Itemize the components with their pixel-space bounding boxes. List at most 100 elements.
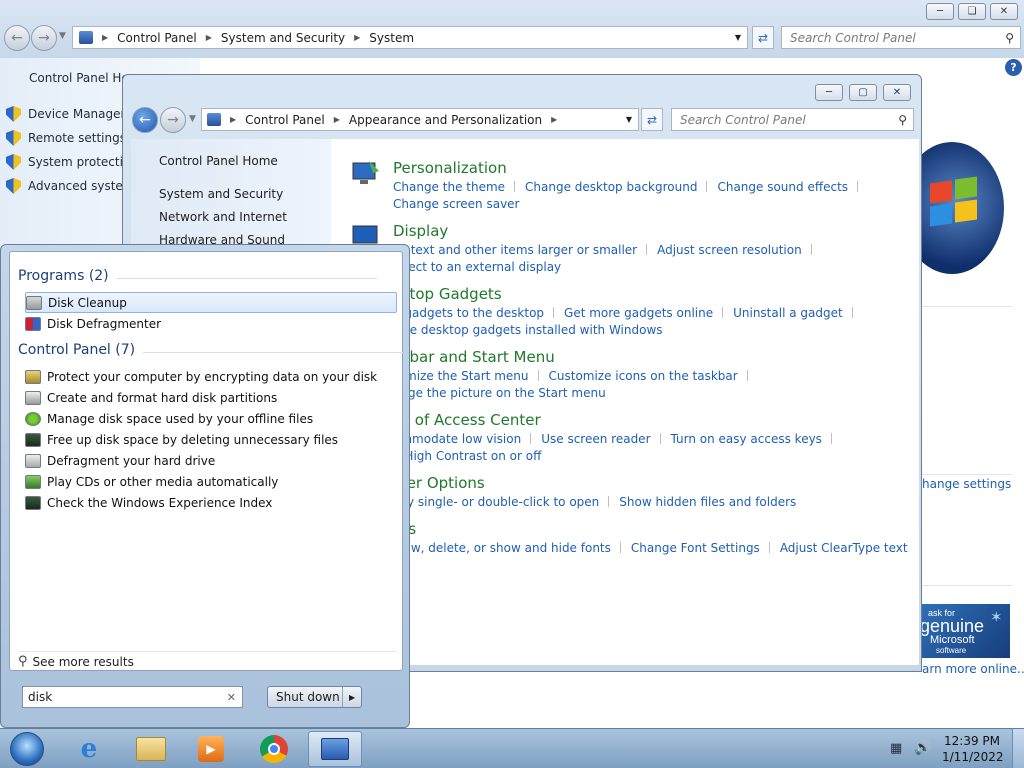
maximize-button[interactable]: ▢ — [849, 84, 877, 101]
hidden-files-link[interactable]: Show hidden files and folders — [619, 495, 796, 509]
search-box[interactable]: Search Control Panel ⚲ — [671, 108, 914, 131]
chevron-right-icon: ▶ — [102, 33, 109, 42]
internet-explorer-icon[interactable]: e — [63, 731, 115, 767]
control-panel-header[interactable]: Control Panel (7) — [18, 342, 404, 358]
learn-more-link[interactable]: arn more online... — [922, 662, 1024, 676]
result-experience-index[interactable]: Check the Windows Experience Index — [25, 492, 397, 513]
result-autoplay[interactable]: Play CDs or other media automatically — [25, 471, 397, 492]
start-search-input[interactable]: disk ✕ — [22, 686, 243, 708]
minimize-button[interactable]: ─ — [815, 84, 843, 101]
change-sound-effects-link[interactable]: Change sound effects — [717, 180, 848, 194]
search-box[interactable]: Search Control Panel ⚲ — [781, 26, 1021, 49]
clock[interactable]: 12:39 PM 1/11/2022 — [942, 733, 1004, 765]
personalization-title[interactable]: Personalization — [393, 159, 868, 177]
separator — [830, 433, 832, 444]
display-title[interactable]: Display — [393, 222, 822, 240]
show-desktop-button[interactable] — [1012, 729, 1024, 768]
result-offline-files[interactable]: Manage disk space used by your offline f… — [25, 408, 397, 429]
chevron-down-icon[interactable]: ▼ — [735, 33, 741, 42]
back-button[interactable]: ← — [4, 25, 30, 51]
folder-options-title[interactable]: lder Options — [393, 474, 796, 492]
recent-pages-icon[interactable]: ▼ — [189, 114, 196, 124]
ease-of-access-title[interactable]: se of Access Center — [393, 411, 842, 429]
screen-resolution-link[interactable]: Adjust screen resolution — [657, 243, 802, 257]
result-defragment[interactable]: Defragment your hard drive — [25, 450, 397, 471]
minimize-button[interactable]: ─ — [926, 3, 954, 20]
chrome-icon[interactable] — [248, 731, 300, 767]
control-panel-taskbar-button[interactable] — [308, 731, 362, 767]
taskbar-title[interactable]: skbar and Start Menu — [393, 348, 758, 366]
chevron-right-icon: ▶ — [551, 115, 558, 124]
nav-network-internet[interactable]: Network and Internet — [159, 210, 287, 224]
breadcrumb-system-security[interactable]: System and Security — [221, 31, 345, 45]
remote-settings-link[interactable]: Remote settings — [6, 130, 126, 146]
refresh-button[interactable]: ⇄ — [641, 108, 663, 131]
device-manager-link[interactable]: Device Manager — [6, 106, 125, 122]
result-free-space[interactable]: Free up disk space by deleting unnecessa… — [25, 429, 397, 450]
low-vision-link[interactable]: ommodate low vision — [393, 432, 521, 446]
easy-access-keys-link[interactable]: Turn on easy access keys — [671, 432, 822, 446]
change-background-link[interactable]: Change desktop background — [525, 180, 697, 194]
forward-button[interactable]: → — [31, 25, 57, 51]
fonts-title[interactable]: nts — [393, 520, 908, 538]
breadcrumb-control-panel[interactable]: Control Panel — [245, 113, 325, 127]
clear-search-icon[interactable]: ✕ — [227, 691, 236, 704]
add-gadgets-link[interactable]: d gadgets to the desktop — [393, 306, 544, 320]
font-settings-link[interactable]: Change Font Settings — [631, 541, 760, 555]
media-player-icon[interactable]: ▶ — [185, 731, 237, 767]
result-disk-defragmenter[interactable]: Disk Defragmenter — [25, 313, 397, 334]
start-orb-icon[interactable] — [2, 731, 52, 767]
windows-explorer-icon[interactable] — [125, 731, 177, 767]
control-panel-icon — [207, 113, 221, 126]
preview-fonts-link[interactable]: view, delete, or show and hide fonts — [393, 541, 611, 555]
address-bar[interactable]: ▶ Control Panel ▶ Appearance and Persona… — [201, 108, 639, 131]
task-label: Advanced system — [28, 179, 135, 193]
result-encrypt-disk[interactable]: Protect your computer by encrypting data… — [25, 366, 397, 387]
customize-start-link[interactable]: tomize the Start menu — [393, 369, 529, 383]
see-more-results[interactable]: ⚲ See more results — [18, 654, 134, 669]
close-button[interactable]: ✕ — [883, 84, 911, 101]
restore-button[interactable]: ❏ — [958, 3, 986, 20]
control-panel-icon — [79, 31, 93, 44]
refresh-button[interactable]: ⇄ — [752, 26, 774, 49]
forward-button[interactable]: → — [160, 107, 186, 133]
programs-header[interactable]: Programs (2) — [18, 268, 376, 284]
change-screen-saver-link[interactable]: Change screen saver — [393, 197, 520, 211]
click-to-open-link[interactable]: cify single- or double-click to open — [393, 495, 599, 509]
nav-system-security[interactable]: System and Security — [159, 187, 283, 201]
shutdown-arrow-icon[interactable]: ▶ — [342, 687, 361, 707]
uninstall-gadget-link[interactable]: Uninstall a gadget — [733, 306, 843, 320]
chevron-down-icon[interactable]: ▼ — [626, 115, 632, 124]
restore-gadgets-link[interactable]: tore desktop gadgets installed with Wind… — [393, 323, 663, 337]
back-button[interactable]: ← — [132, 107, 158, 133]
advanced-system-link[interactable]: Advanced system — [6, 178, 134, 194]
change-theme-link[interactable]: Change the theme — [393, 180, 505, 194]
screen-reader-link[interactable]: Use screen reader — [541, 432, 650, 446]
breadcrumb-appearance[interactable]: Appearance and Personalization — [349, 113, 542, 127]
shutdown-button[interactable]: Shut down ▶ — [267, 686, 362, 708]
volume-icon[interactable]: 🔊 — [914, 740, 931, 756]
breadcrumb-system[interactable]: System — [369, 31, 414, 45]
gadgets-title[interactable]: sktop Gadgets — [393, 285, 863, 303]
start-picture-link[interactable]: ange the picture on the Start menu — [393, 386, 606, 400]
customize-icons-link[interactable]: Customize icons on the taskbar — [549, 369, 738, 383]
change-settings-link[interactable]: hange settings — [922, 477, 1011, 491]
result-partitions[interactable]: Create and format hard disk partitions — [25, 387, 397, 408]
nav-control-panel-home[interactable]: Control Panel Home — [159, 154, 278, 168]
search-icon[interactable]: ⚲ — [898, 113, 907, 127]
address-bar[interactable]: ▶ Control Panel ▶ System and Security ▶ … — [72, 26, 748, 49]
search-icon[interactable]: ⚲ — [1005, 31, 1014, 45]
close-button[interactable]: ✕ — [990, 3, 1018, 20]
high-contrast-link[interactable]: n High Contrast on or off — [393, 449, 541, 463]
network-icon[interactable]: ▦ — [890, 741, 902, 756]
cleartype-link[interactable]: Adjust ClearType text — [780, 541, 908, 555]
recent-pages-icon[interactable]: ▼ — [59, 31, 66, 41]
external-display-link[interactable]: nnect to an external display — [393, 260, 561, 274]
breadcrumb-control-panel[interactable]: Control Panel — [117, 31, 197, 45]
genuine-microsoft-logo[interactable]: ask for genuine Microsoft software ✶ — [922, 604, 1010, 658]
system-protection-link[interactable]: System protection — [6, 154, 138, 170]
more-gadgets-link[interactable]: Get more gadgets online — [564, 306, 713, 320]
text-size-link[interactable]: ke text and other items larger or smalle… — [393, 243, 637, 257]
result-disk-cleanup[interactable]: Disk Cleanup — [25, 292, 397, 313]
help-icon[interactable]: ? — [1005, 59, 1022, 76]
